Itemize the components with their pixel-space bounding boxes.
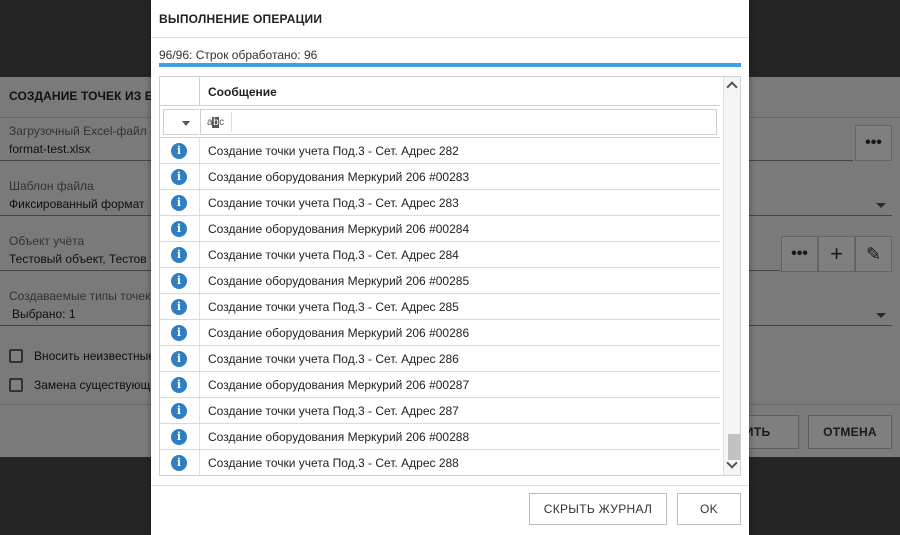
table-row[interactable]: i Создание точки учета Под.3 - Сет. Адрес… <box>160 450 720 475</box>
info-icon: i <box>171 247 187 263</box>
table-row[interactable]: i Создание точки учета Под.3 - Сет. Адрес… <box>160 242 720 268</box>
table-row[interactable]: i Создание точки учета Под.3 - Сет. Адрес… <box>160 398 720 424</box>
chevron-up-icon[interactable] <box>726 81 738 93</box>
chevron-down-icon <box>182 121 190 126</box>
progress-text: 96/96: Строк обработано: 96 <box>159 48 318 62</box>
icon-cell: i <box>160 216 200 241</box>
table-row[interactable]: i Создание точки учета Под.3 - Сет. Адрес… <box>160 346 720 372</box>
message-cell: Создание точки учета Под.3 - Сет. Адрес … <box>208 144 459 158</box>
icon-cell: i <box>160 242 200 267</box>
scrollbar-thumb[interactable] <box>728 434 740 460</box>
info-icon: i <box>171 221 187 237</box>
table-row[interactable]: i Создание оборудования Меркурий 206 #002… <box>160 320 720 346</box>
table-row[interactable]: i Создание оборудования Меркурий 206 #002… <box>160 372 720 398</box>
progress-bar-fill <box>159 63 741 67</box>
log-grid: Сообщение abc i Создание точки учета Под.… <box>159 76 741 476</box>
info-icon: i <box>171 195 187 211</box>
icon-cell: i <box>160 138 200 163</box>
icon-cell: i <box>160 372 200 397</box>
icon-column-header <box>160 77 200 106</box>
icon-cell: i <box>160 346 200 371</box>
vertical-scrollbar[interactable] <box>723 77 740 475</box>
message-cell: Создание оборудования Меркурий 206 #0028… <box>208 326 470 340</box>
grid-rows: i Создание точки учета Под.3 - Сет. Адрес… <box>160 138 720 475</box>
icon-cell: i <box>160 424 200 449</box>
info-icon: i <box>171 273 187 289</box>
message-column-header[interactable]: Сообщение <box>208 85 277 99</box>
info-icon: i <box>171 429 187 445</box>
icon-cell: i <box>160 190 200 215</box>
table-row[interactable]: i Создание оборудования Меркурий 206 #002… <box>160 216 720 242</box>
info-icon: i <box>171 377 187 393</box>
table-row[interactable]: i Создание оборудования Меркурий 206 #002… <box>160 268 720 294</box>
icon-cell: i <box>160 164 200 189</box>
message-cell: Создание точки учета Под.3 - Сет. Адрес … <box>208 300 459 314</box>
table-row[interactable]: i Создание оборудования Меркурий 206 #002… <box>160 164 720 190</box>
modal-title: ВЫПОЛНЕНИЕ ОПЕРАЦИИ <box>159 12 323 26</box>
hide-log-button[interactable]: СКРЫТЬ ЖУРНАЛ <box>529 493 667 525</box>
ok-button[interactable]: OK <box>677 493 741 525</box>
table-row[interactable]: i Создание оборудования Меркурий 206 #002… <box>160 424 720 450</box>
message-cell: Создание точки учета Под.3 - Сет. Адрес … <box>208 196 459 210</box>
message-cell: Создание оборудования Меркурий 206 #0028… <box>208 378 470 392</box>
icon-cell: i <box>160 294 200 319</box>
table-row[interactable]: i Создание точки учета Под.3 - Сет. Адрес… <box>160 138 720 164</box>
icon-cell: i <box>160 398 200 423</box>
info-icon: i <box>171 455 187 471</box>
info-icon: i <box>171 143 187 159</box>
table-row[interactable]: i Создание точки учета Под.3 - Сет. Адрес… <box>160 190 720 216</box>
message-cell: Создание точки учета Под.3 - Сет. Адрес … <box>208 352 459 366</box>
progress-bar <box>159 63 741 67</box>
message-cell: Создание точки учета Под.3 - Сет. Адрес … <box>208 404 459 418</box>
info-icon: i <box>171 351 187 367</box>
filter-row: abc <box>160 106 720 138</box>
divider <box>151 485 749 486</box>
info-icon: i <box>171 325 187 341</box>
message-filter-input[interactable]: abc <box>200 109 717 135</box>
icon-cell: i <box>160 268 200 293</box>
info-icon: i <box>171 403 187 419</box>
abc-filter-icon[interactable]: abc <box>207 117 224 128</box>
message-cell: Создание оборудования Меркурий 206 #0028… <box>208 170 470 184</box>
message-cell: Создание точки учета Под.3 - Сет. Адрес … <box>208 456 459 470</box>
divider <box>231 112 232 132</box>
message-cell: Создание оборудования Меркурий 206 #0028… <box>208 222 470 236</box>
message-cell: Создание оборудования Меркурий 206 #0028… <box>208 430 470 444</box>
operation-modal: ВЫПОЛНЕНИЕ ОПЕРАЦИИ 96/96: Строк обработ… <box>151 0 749 535</box>
divider <box>151 37 749 38</box>
grid-header: Сообщение <box>160 77 720 106</box>
table-row[interactable]: i Создание точки учета Под.3 - Сет. Адрес… <box>160 294 720 320</box>
icon-cell: i <box>160 450 200 475</box>
icon-cell: i <box>160 320 200 345</box>
message-cell: Создание точки учета Под.3 - Сет. Адрес … <box>208 248 459 262</box>
icon-filter-dropdown[interactable] <box>163 109 199 135</box>
info-icon: i <box>171 169 187 185</box>
message-cell: Создание оборудования Меркурий 206 #0028… <box>208 274 470 288</box>
info-icon: i <box>171 299 187 315</box>
